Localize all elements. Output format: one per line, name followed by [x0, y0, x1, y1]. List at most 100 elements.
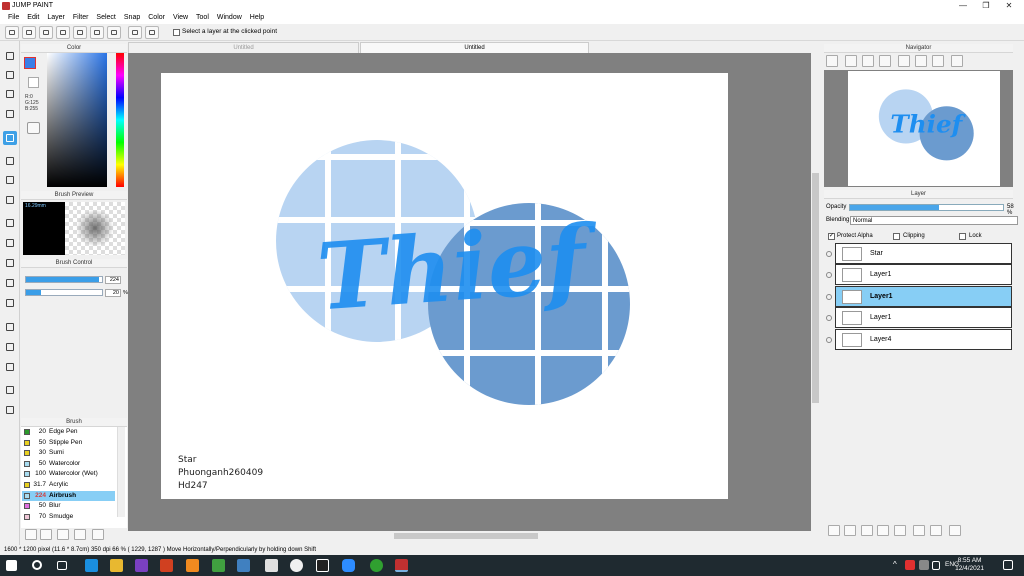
- foreground-color-swatch[interactable]: [24, 57, 36, 69]
- canvas-vertical-scrollbar[interactable]: [811, 53, 820, 531]
- menu-layer[interactable]: Layer: [43, 12, 69, 24]
- menu-color[interactable]: Color: [144, 12, 169, 24]
- select-eraser-tool-icon[interactable]: [3, 296, 17, 310]
- layer-visibility-icon[interactable]: [826, 251, 832, 257]
- layer-visibility-icon[interactable]: [826, 315, 832, 322]
- new-layer-1bit-icon[interactable]: [861, 525, 873, 536]
- palette-icon[interactable]: [27, 122, 40, 134]
- taskbar-clock[interactable]: 8:55 AM 12/4/2021: [955, 557, 984, 573]
- jump-paint-taskbar-icon[interactable]: [395, 559, 408, 572]
- camera-icon[interactable]: [265, 559, 278, 572]
- pen-tool-icon[interactable]: [3, 49, 17, 63]
- brush-size-value[interactable]: 224: [105, 276, 121, 284]
- menu-snap[interactable]: Snap: [120, 12, 144, 24]
- brush-item[interactable]: 20 Edge Pen: [22, 427, 115, 438]
- brush-item[interactable]: 31.7 Acrylic: [22, 480, 115, 491]
- redo-icon[interactable]: [145, 26, 159, 39]
- zoom-icon[interactable]: [342, 559, 355, 572]
- menu-help[interactable]: Help: [246, 12, 268, 24]
- vertical-scroll-thumb[interactable]: [812, 173, 819, 403]
- save-icon[interactable]: [39, 26, 53, 39]
- layer-row[interactable]: Layer1: [835, 307, 1012, 329]
- brush-item[interactable]: 224 Airbrush: [22, 490, 115, 502]
- horizontal-scroll-thumb[interactable]: [394, 533, 538, 539]
- zoom-fit-icon[interactable]: [862, 55, 874, 67]
- layer-row[interactable]: Layer4: [835, 328, 1012, 350]
- edge-icon[interactable]: [85, 559, 98, 572]
- hand-tool-icon[interactable]: [3, 403, 17, 417]
- layer-visibility-icon[interactable]: [826, 272, 832, 279]
- lock-checkbox[interactable]: [959, 233, 966, 240]
- select-layer-checkbox[interactable]: [173, 29, 180, 36]
- navigator-view[interactable]: Thief: [824, 70, 1013, 187]
- bucket-tool-icon[interactable]: [3, 173, 17, 187]
- brush-item[interactable]: 50 Stipple Pen: [22, 438, 115, 449]
- app-orange-icon[interactable]: [186, 559, 199, 572]
- brush-copy-icon[interactable]: [57, 529, 69, 540]
- duplicate-layer-icon[interactable]: [913, 525, 925, 536]
- layer-row[interactable]: Layer1: [835, 285, 1012, 307]
- file-explorer-icon[interactable]: [110, 559, 123, 572]
- brush-item[interactable]: 70 Smudge: [22, 512, 115, 523]
- maximize-button[interactable]: ❐: [975, 0, 997, 12]
- eraser-tool-icon[interactable]: [3, 68, 17, 82]
- tray-antivirus-icon[interactable]: [905, 560, 915, 570]
- menu-file[interactable]: File: [4, 12, 23, 24]
- task-view-icon[interactable]: [57, 561, 67, 570]
- tray-battery-icon[interactable]: [919, 560, 929, 570]
- gradient-tool-icon[interactable]: [3, 193, 17, 207]
- fill-rect-tool-icon[interactable]: [3, 154, 17, 168]
- close-button[interactable]: ✕: [998, 0, 1020, 12]
- dropper-tool-icon[interactable]: [3, 360, 17, 374]
- background-color-swatch[interactable]: [28, 77, 39, 88]
- new-folder-icon[interactable]: [894, 525, 906, 536]
- merge-layer-icon[interactable]: [930, 525, 942, 536]
- text-tool-icon[interactable]: [3, 320, 17, 334]
- menu-filter[interactable]: Filter: [69, 12, 93, 24]
- menu-window[interactable]: Window: [213, 12, 246, 24]
- rotate-left-icon[interactable]: [898, 55, 910, 67]
- blending-select[interactable]: Normal: [850, 216, 1018, 225]
- brush-item[interactable]: 100 Watercolor (Wet): [22, 469, 115, 480]
- chrome-icon[interactable]: [370, 559, 383, 572]
- brush-item[interactable]: 30 Sumi: [22, 448, 115, 459]
- brush-density-slider[interactable]: [25, 289, 103, 296]
- store-icon[interactable]: [135, 559, 148, 572]
- menu-select[interactable]: Select: [92, 12, 119, 24]
- zoom-in-icon[interactable]: [826, 55, 838, 67]
- select-rect-tool-icon[interactable]: [3, 216, 17, 230]
- rotate-right-icon[interactable]: [932, 55, 944, 67]
- export-icon[interactable]: [73, 26, 87, 39]
- undo-icon[interactable]: [128, 26, 142, 39]
- menu-edit[interactable]: Edit: [23, 12, 43, 24]
- tray-chevron-icon[interactable]: ^: [893, 560, 897, 569]
- start-icon[interactable]: [6, 560, 17, 571]
- capcut-icon[interactable]: [316, 559, 329, 572]
- brush-new-icon[interactable]: [40, 529, 52, 540]
- move-tool-icon[interactable]: [3, 131, 17, 145]
- brush-settings-icon[interactable]: [25, 529, 37, 540]
- layer-visibility-icon[interactable]: [826, 293, 832, 300]
- rectangle-tool-icon[interactable]: [3, 87, 17, 101]
- flip-icon[interactable]: [951, 55, 963, 67]
- opacity-slider[interactable]: [849, 204, 1004, 211]
- canvas-area[interactable]: Thief Star Phuonganh260409 Hd247: [128, 53, 811, 531]
- rotate-reset-icon[interactable]: [915, 55, 927, 67]
- hue-slider[interactable]: [116, 53, 124, 187]
- brush-folder-icon[interactable]: [92, 529, 104, 540]
- photos-icon[interactable]: [212, 559, 225, 572]
- layer-row[interactable]: Star: [835, 243, 1012, 264]
- zoom-out-icon[interactable]: [845, 55, 857, 67]
- zoom-actual-icon[interactable]: [879, 55, 891, 67]
- eyedropper-tool-icon[interactable]: [3, 383, 17, 397]
- brush-item[interactable]: 50 Blur: [22, 501, 115, 512]
- ship-app-icon[interactable]: [237, 559, 250, 572]
- delete-layer-icon[interactable]: [949, 525, 961, 536]
- minimize-button[interactable]: —: [952, 0, 974, 12]
- saturation-value-picker[interactable]: [47, 53, 107, 187]
- new-layer-icon[interactable]: [828, 525, 840, 536]
- document-page[interactable]: Thief Star Phuonganh260409 Hd247: [161, 73, 728, 499]
- select-pen-tool-icon[interactable]: [3, 276, 17, 290]
- new-layer-8bit-icon[interactable]: [844, 525, 856, 536]
- protect-alpha-checkbox[interactable]: ✓: [828, 233, 835, 240]
